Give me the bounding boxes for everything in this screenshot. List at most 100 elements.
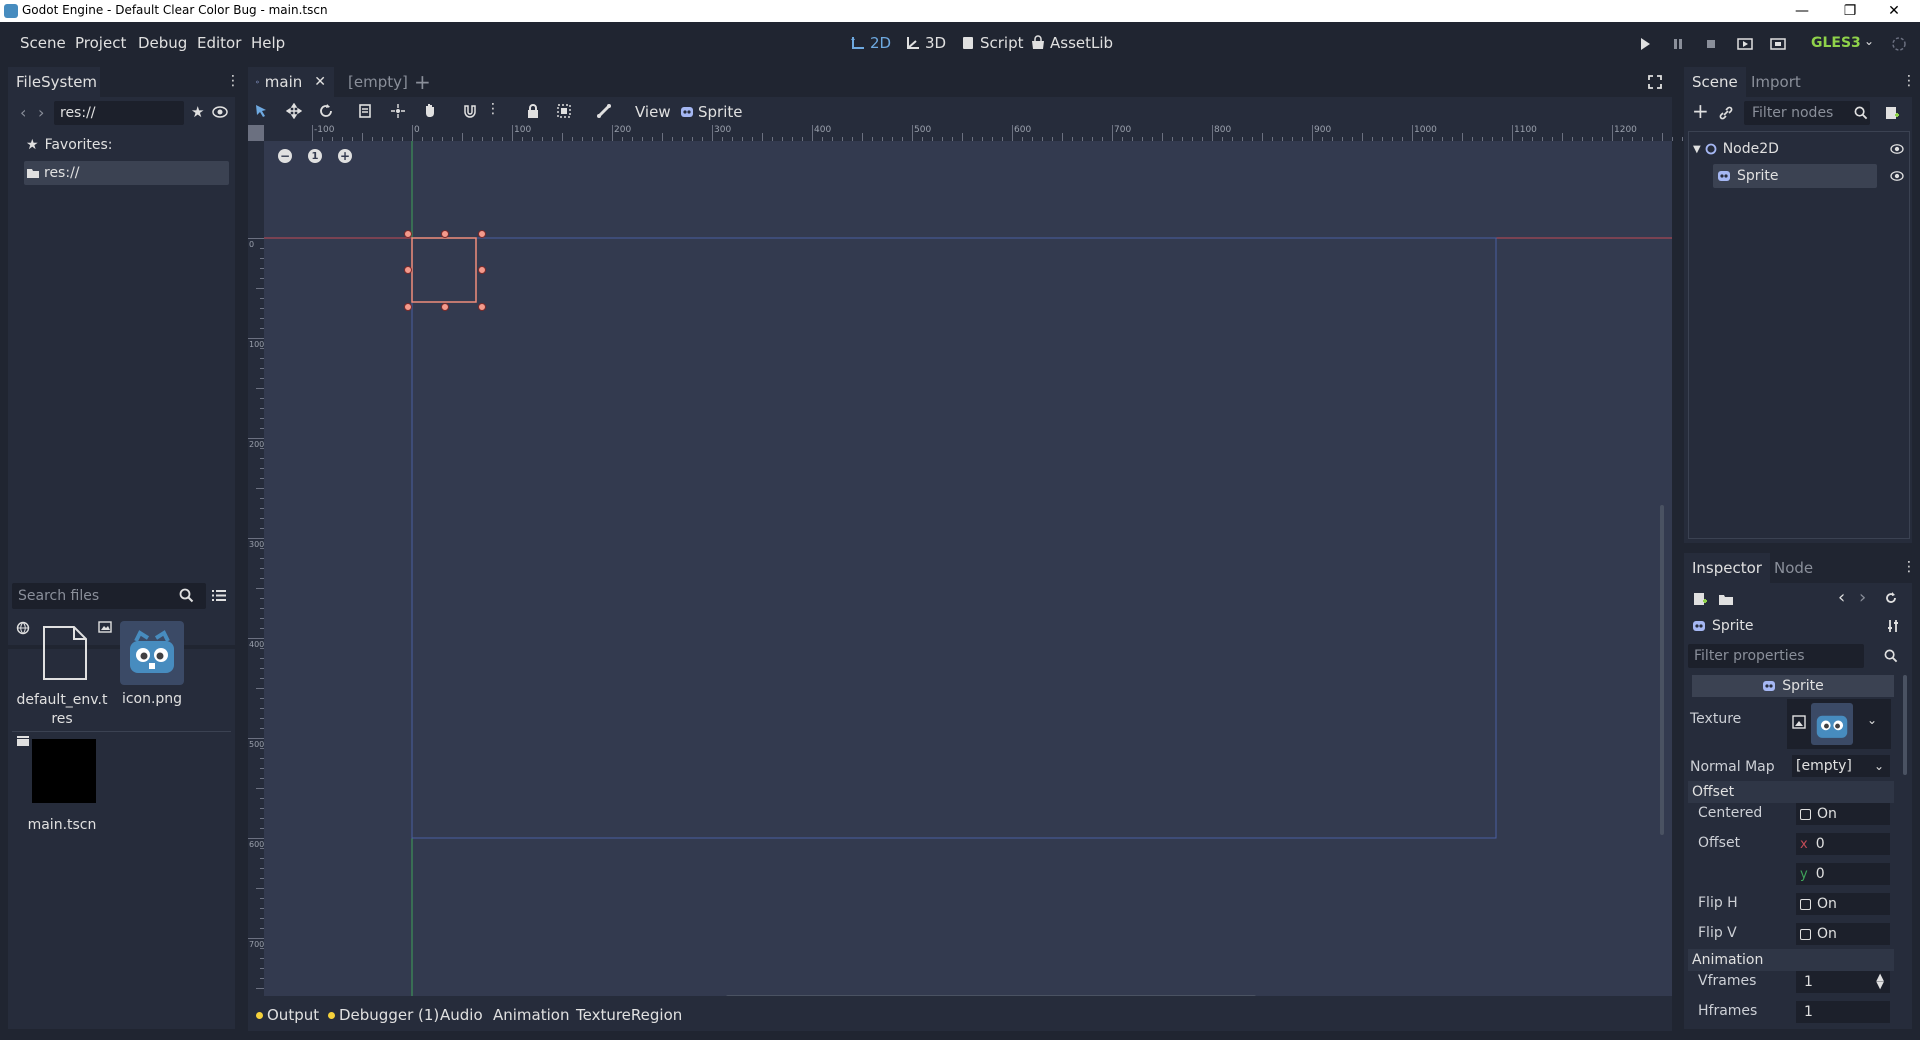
kebab-menu-icon[interactable]: ⋮: [226, 73, 240, 89]
sprite-menu-button[interactable]: Sprite: [680, 103, 743, 121]
rotate-tool-icon[interactable]: [318, 103, 334, 119]
kebab-menu-icon[interactable]: ⋮: [1902, 559, 1912, 575]
search-files-input[interactable]: Search files: [12, 583, 206, 609]
group-icon[interactable]: [556, 103, 572, 119]
tab-inspector[interactable]: Inspector: [1684, 553, 1770, 583]
texture-picker[interactable]: ⌄: [1787, 699, 1891, 749]
tab-output[interactable]: Output: [256, 1006, 319, 1024]
move-tool-icon[interactable]: [286, 103, 302, 119]
renderer-selector[interactable]: GLES3: [1811, 35, 1861, 51]
view-menu-button[interactable]: View: [635, 103, 671, 121]
chevron-down-icon[interactable]: ▼: [1693, 144, 1701, 155]
zoom-reset-icon[interactable]: 1: [308, 149, 322, 163]
forward-arrow-icon[interactable]: ›: [38, 103, 44, 122]
tab-node[interactable]: Node: [1766, 553, 1821, 583]
flip-v-checkbox[interactable]: On: [1796, 923, 1890, 945]
close-tab-icon[interactable]: ✕: [314, 74, 326, 90]
menu-debug[interactable]: Debug: [138, 34, 187, 52]
tab-audio[interactable]: Audio: [440, 1006, 483, 1024]
normal-map-picker[interactable]: [empty] ⌄: [1792, 755, 1890, 777]
history-back-icon[interactable]: ‹: [1838, 587, 1845, 608]
menu-editor[interactable]: Editor: [197, 34, 241, 52]
ruler-label: 200: [614, 125, 632, 135]
minimize-button[interactable]: —: [1780, 0, 1824, 22]
menu-help[interactable]: Help: [251, 34, 285, 52]
close-window-button[interactable]: ✕: [1872, 0, 1916, 22]
snap-magnet-icon[interactable]: [462, 103, 478, 119]
add-node-icon[interactable]: +: [1692, 99, 1709, 123]
link-icon[interactable]: [1718, 105, 1734, 121]
visibility-eye-icon[interactable]: [1889, 143, 1905, 155]
back-arrow-icon[interactable]: ‹: [20, 103, 26, 122]
open-folder-icon[interactable]: [1718, 591, 1734, 607]
tree-item-res-root[interactable]: res://: [24, 161, 229, 185]
file-item-main-tscn[interactable]: main.tscn: [12, 735, 112, 833]
workspace-2d-button[interactable]: 2D: [850, 34, 891, 52]
tab-scene[interactable]: Scene: [1684, 67, 1746, 97]
visibility-eye-icon[interactable]: [1889, 170, 1905, 182]
tab-texture-region[interactable]: TextureRegion: [576, 1006, 682, 1024]
new-resource-icon[interactable]: [1692, 591, 1708, 607]
tab-debugger[interactable]: Debugger (1): [328, 1006, 439, 1024]
list-view-icon[interactable]: [212, 589, 226, 602]
tab-main[interactable]: main ✕: [248, 67, 334, 97]
animation-section[interactable]: Animation: [1688, 949, 1894, 971]
menu-project[interactable]: Project: [75, 34, 126, 52]
object-history-icon[interactable]: [1884, 591, 1898, 605]
eye-icon[interactable]: [212, 105, 228, 119]
hframes-spinbox[interactable]: 1: [1796, 1001, 1890, 1023]
workspace-assetlib-button[interactable]: AssetLib: [1030, 34, 1113, 52]
centered-checkbox[interactable]: On: [1796, 803, 1890, 825]
path-field[interactable]: res://: [54, 101, 184, 125]
tab-empty[interactable]: [empty]: [340, 67, 416, 97]
offset-y-field[interactable]: y0: [1796, 863, 1890, 885]
stop-icon[interactable]: [1704, 37, 1718, 51]
lock-icon[interactable]: [526, 103, 540, 119]
tree-node-sprite[interactable]: Sprite: [1713, 164, 1877, 188]
distraction-free-icon[interactable]: [1648, 75, 1662, 89]
chevron-down-icon[interactable]: ⌄: [1867, 713, 1877, 727]
file-item-icon-png[interactable]: icon.png: [98, 621, 212, 711]
pause-icon[interactable]: [1671, 37, 1685, 51]
tree-node-node2d[interactable]: ▼ Node2D: [1693, 138, 1779, 160]
offset-section[interactable]: Offset: [1688, 781, 1894, 803]
pan-hand-icon[interactable]: [422, 102, 438, 118]
tab-animation[interactable]: Animation: [493, 1006, 569, 1024]
tab-import[interactable]: Import: [1743, 67, 1809, 97]
search-icon[interactable]: [179, 588, 194, 603]
tab-filesystem[interactable]: FileSystem: [8, 67, 100, 97]
inspector-scrollbar[interactable]: [1903, 675, 1907, 775]
class-section-header[interactable]: Sprite: [1692, 675, 1894, 697]
add-tab-icon[interactable]: +: [414, 70, 431, 94]
file-item-default-env[interactable]: default_env.tres: [12, 621, 112, 731]
filter-nodes-input[interactable]: Filter nodes: [1744, 101, 1870, 125]
pivot-tool-icon[interactable]: [390, 103, 406, 119]
tools-icon[interactable]: [1887, 619, 1901, 633]
play-custom-scene-icon[interactable]: [1770, 37, 1786, 51]
kebab-menu-icon[interactable]: ⋮: [1902, 73, 1916, 89]
menu-scene[interactable]: Scene: [20, 34, 66, 52]
chevron-down-icon[interactable]: ⌄: [1864, 34, 1874, 48]
play-scene-icon[interactable]: [1737, 37, 1753, 51]
vframes-spinbox[interactable]: 1 ▲ ▼: [1796, 971, 1890, 993]
select-tool-icon[interactable]: [254, 104, 268, 118]
skeleton-bone-icon[interactable]: [596, 103, 612, 119]
favorite-star-icon[interactable]: ★: [191, 103, 204, 121]
flip-h-checkbox[interactable]: On: [1796, 893, 1890, 915]
zoom-in-icon[interactable]: +: [338, 149, 352, 163]
workspace-3d-button[interactable]: 3D: [905, 34, 946, 52]
snap-options-icon[interactable]: ⋮: [486, 101, 500, 117]
tree-item-favorites[interactable]: ★ Favorites:: [26, 135, 113, 155]
canvas-viewport[interactable]: − 1 +: [264, 141, 1672, 1009]
workspace-script-button[interactable]: Script: [960, 34, 1024, 52]
filter-properties-input[interactable]: Filter properties: [1688, 644, 1864, 668]
restore-button[interactable]: ❐: [1828, 0, 1872, 22]
play-icon[interactable]: [1638, 37, 1652, 51]
stepper-icon[interactable]: ▲ ▼: [1876, 973, 1884, 991]
script-attach-icon[interactable]: [1884, 105, 1900, 121]
vertical-scrollbar[interactable]: [1660, 505, 1664, 835]
history-forward-icon[interactable]: ›: [1859, 587, 1866, 608]
zoom-out-icon[interactable]: −: [278, 149, 292, 163]
offset-x-field[interactable]: x0: [1796, 833, 1890, 855]
scale-list-icon[interactable]: [358, 103, 374, 119]
